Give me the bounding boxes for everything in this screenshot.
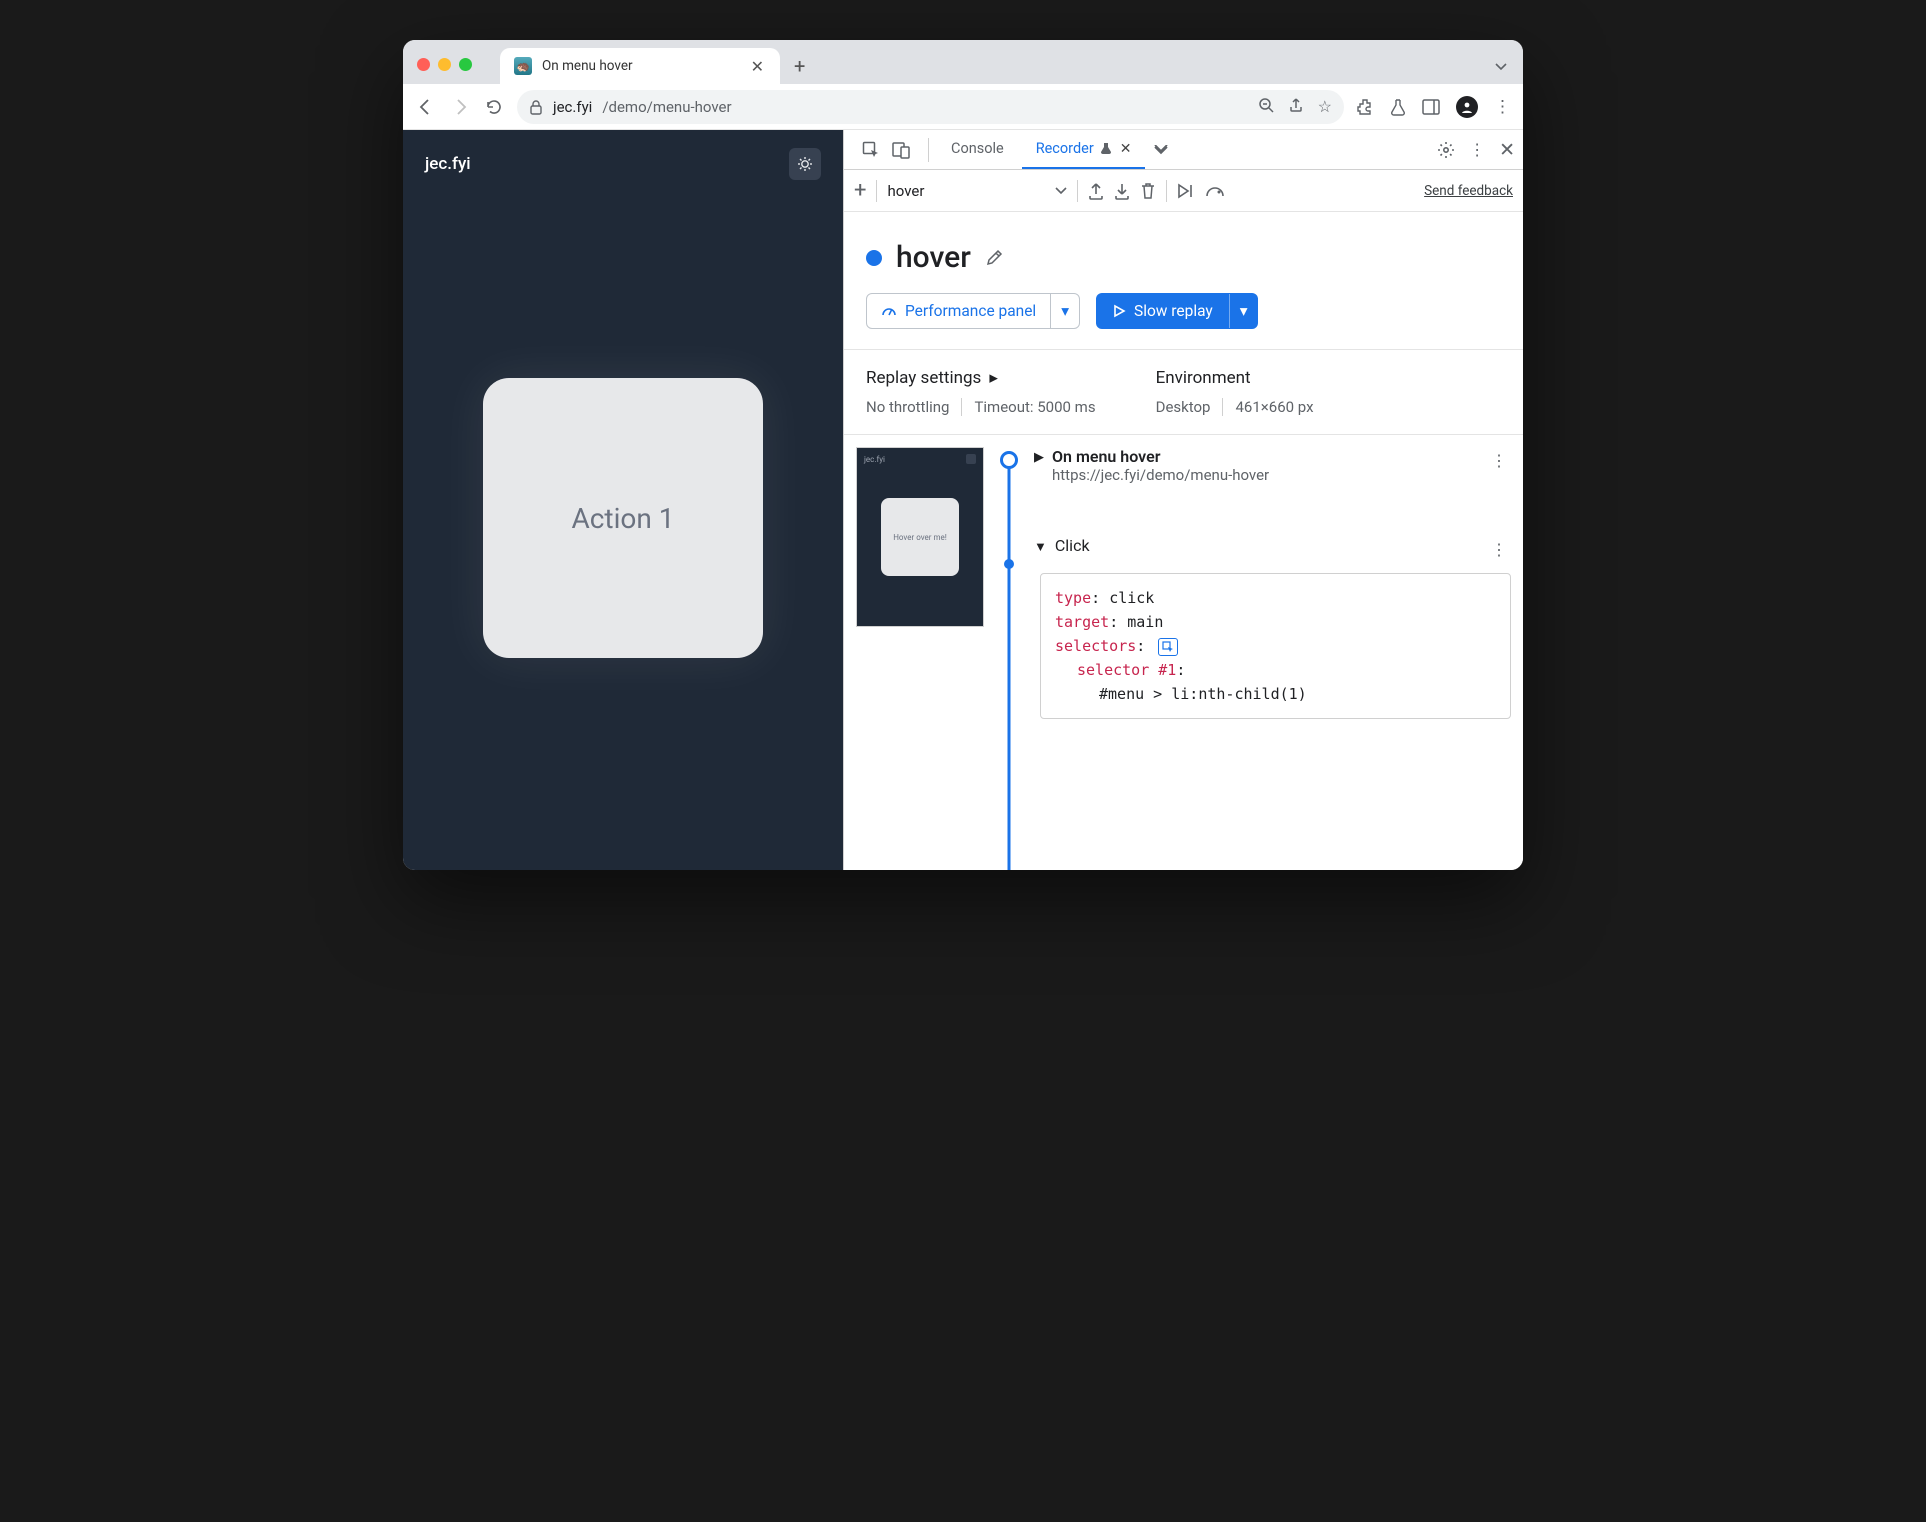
sidepanel-icon[interactable] [1422,99,1440,115]
export-icon[interactable] [1088,182,1104,200]
replay-dropdown-icon[interactable]: ▾ [1229,294,1258,328]
new-recording-button[interactable]: + [854,178,866,203]
tab-title: On menu hover [542,58,633,74]
back-button[interactable] [415,97,437,117]
tab-recorder[interactable]: Recorder ✕ [1022,130,1146,169]
pin-icon [1100,142,1112,156]
step-title: On menu hover [1052,447,1479,466]
selector-value: #menu > li:nth-child(1) [1099,685,1307,703]
sun-icon [797,156,813,172]
url-host: jec.fyi [553,98,592,116]
settings-icon[interactable] [1437,141,1455,159]
performance-panel-button[interactable]: Performance panel ▾ [866,293,1080,329]
step-navigate[interactable]: ▶ On menu hover https://jec.fyi/demo/men… [1034,447,1511,484]
tab-close-icon[interactable]: ✕ [745,55,770,78]
play-icon [1112,304,1126,318]
timeline-node-icon [1000,451,1018,469]
thumb-card: Hover over me! [881,498,959,576]
lock-icon [529,99,543,115]
labs-icon[interactable] [1390,98,1406,116]
favicon-icon: 🦔 [514,57,532,75]
step-forward-icon[interactable] [1177,183,1195,199]
forward-button [449,97,471,117]
maximize-window-icon[interactable] [459,58,472,71]
send-feedback-link[interactable]: Send feedback [1424,183,1513,199]
step-click-label: Click [1055,536,1479,555]
env-viewport: 461×660 px [1235,398,1313,416]
perf-dropdown-icon[interactable]: ▾ [1050,294,1079,328]
replay-icon[interactable] [1205,184,1225,198]
overflow-menu-icon[interactable]: ⋮ [1494,97,1511,117]
share-icon[interactable] [1288,97,1304,116]
browser-window: 🦔 On menu hover ✕ + jec.fyi/demo/menu-ho… [403,40,1523,870]
chevron-right-icon: ▸ [989,368,998,388]
edit-title-icon[interactable] [985,249,1003,267]
device-toggle-icon[interactable] [892,141,910,159]
url-path: /demo/menu-hover [602,98,731,116]
content-area: jec.fyi Action 1 Console Recorder [403,130,1523,870]
timeline [998,447,1020,870]
titlebar: 🦔 On menu hover ✕ + [403,40,1523,84]
theme-toggle-button[interactable] [789,148,821,180]
tab-close-icon[interactable]: ✕ [1120,141,1132,157]
recording-title: hover [896,240,971,275]
recording-select[interactable]: hover [887,182,1067,200]
step-menu-icon[interactable]: ⋮ [1487,447,1511,474]
env-device: Desktop [1156,398,1211,416]
close-devtools-icon[interactable]: ✕ [1499,138,1515,161]
throttling-value: No throttling [866,398,949,416]
zoom-icon[interactable] [1258,97,1274,116]
recording-select-value: hover [887,182,924,200]
kebab-menu-icon[interactable]: ⋮ [1469,140,1485,159]
collapse-icon[interactable]: ▶ [1034,450,1044,465]
step-url: https://jec.fyi/demo/menu-hover [1052,466,1479,484]
new-tab-button[interactable]: + [794,56,805,76]
inspect-icon[interactable] [862,141,880,159]
reload-button[interactable] [483,98,505,116]
bookmark-icon[interactable]: ☆ [1318,97,1332,116]
element-picker-icon[interactable] [1158,638,1178,656]
thumb-theme-icon [966,454,976,464]
close-window-icon[interactable] [417,58,430,71]
card-text: Action 1 [571,502,674,535]
recorder-header: hover Performance panel ▾ Slo [844,212,1523,350]
page-title: jec.fyi [425,154,471,174]
delete-icon[interactable] [1140,182,1156,200]
replay-settings-label[interactable]: Replay settings ▸ [866,368,1096,388]
steps-area: jec.fyi Hover over me! ▶ On menu hover [844,435,1523,870]
step-click[interactable]: ▼ Click ⋮ [1034,536,1511,563]
toolbar: ⋮ [1356,96,1511,118]
step-menu-icon[interactable]: ⋮ [1487,536,1511,563]
slow-replay-button[interactable]: Slow replay ▾ [1096,293,1258,329]
tabs-overflow-chevron-icon[interactable] [1493,58,1509,74]
step-thumbnail[interactable]: jec.fyi Hover over me! [856,447,984,627]
gauge-icon [881,303,897,319]
browser-tab[interactable]: 🦔 On menu hover ✕ [500,48,780,84]
environment-label: Environment [1156,368,1314,388]
timeout-value: Timeout: 5000 ms [974,398,1095,416]
traffic-lights [417,58,472,71]
timeline-node-icon [1004,559,1014,569]
profile-avatar[interactable] [1456,96,1478,118]
step-details-code: type: click target: main selectors: sele… [1040,573,1511,719]
thumb-title: jec.fyi [864,455,885,464]
chevron-down-icon [1055,187,1067,195]
recorder-toolbar: + hover Send feedback [844,170,1523,212]
devtools-tabbar: Console Recorder ✕ ⋮ ✕ [844,130,1523,170]
more-tabs-icon[interactable] [1153,145,1169,155]
extensions-icon[interactable] [1356,98,1374,116]
recording-status-dot [866,250,882,266]
devtools-panel: Console Recorder ✕ ⋮ ✕ + hover [843,130,1523,870]
minimize-window-icon[interactable] [438,58,451,71]
tab-console[interactable]: Console [937,130,1018,169]
address-bar: jec.fyi/demo/menu-hover ☆ ⋮ [403,84,1523,130]
action-card[interactable]: Action 1 [483,378,763,658]
rendered-page: jec.fyi Action 1 [403,130,843,870]
omnibox[interactable]: jec.fyi/demo/menu-hover ☆ [517,90,1344,124]
replay-settings-row: Replay settings ▸ No throttling Timeout:… [844,350,1523,435]
expand-icon[interactable]: ▼ [1034,539,1047,555]
import-icon[interactable] [1114,182,1130,200]
